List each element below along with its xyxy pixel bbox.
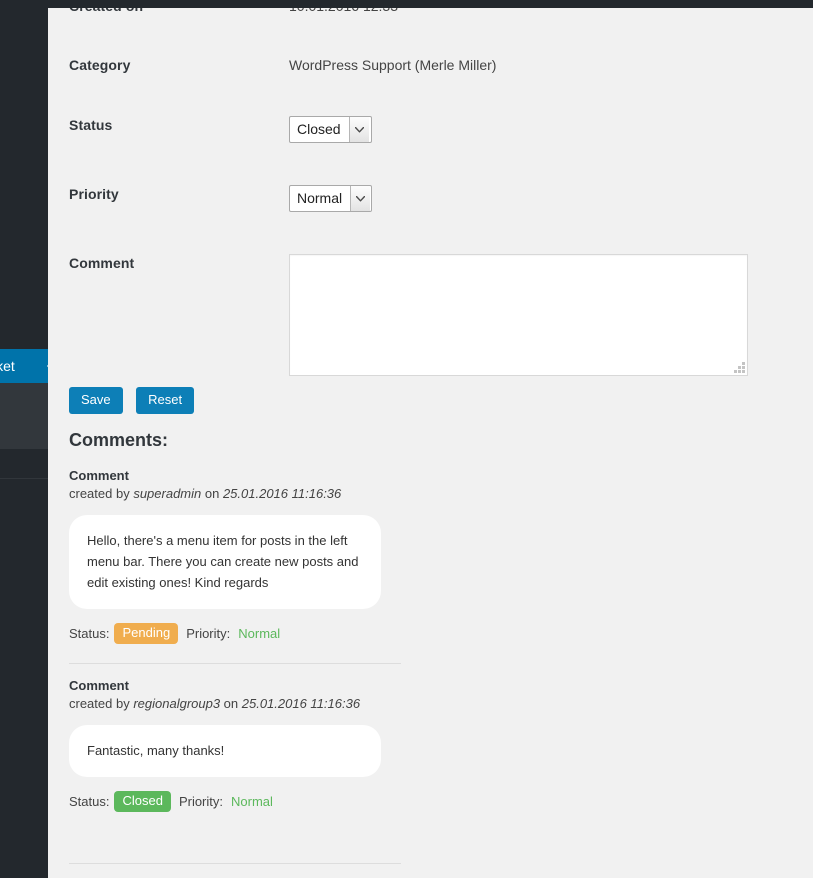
comment-meta-prefix: created by	[69, 486, 134, 501]
comment-item: Comment created by regionalgroup3 on 25.…	[69, 678, 409, 812]
comments-heading: Comments:	[69, 430, 169, 450]
form-actions: Save Reset	[69, 387, 195, 414]
comment-item: Comment created by superadmin on 25.01.2…	[69, 468, 409, 644]
comment-status-line: Status: Pending Priority: Normal	[69, 623, 409, 644]
admin-sidebar: Collection Ticket Collapse menu	[0, 0, 48, 878]
comment-priority-value: Normal	[238, 626, 281, 641]
comment-divider	[69, 863, 401, 864]
save-button[interactable]: Save	[69, 387, 123, 414]
chevron-down-icon	[350, 186, 371, 211]
page-root: Collection Ticket Collapse menu Created …	[0, 0, 813, 878]
status-label: Status	[69, 117, 113, 133]
comment-body: Fantastic, many thanks!	[69, 725, 381, 777]
priority-select[interactable]: Normal	[289, 185, 372, 212]
comment-priority-label: Priority:	[186, 626, 231, 641]
category-value: WordPress Support (Merle Miller)	[289, 57, 497, 73]
comment-meta: created by superadmin on 25.01.2016 11:1…	[69, 486, 409, 501]
comment-priority-label: Priority:	[178, 794, 223, 809]
admin-bar	[0, 0, 813, 8]
status-select[interactable]: Closed	[289, 116, 372, 143]
sidebar-item-collection[interactable]: Collection	[0, 208, 48, 242]
main-content: Created on 10.01.2016 12:33 Category Wor…	[48, 8, 813, 878]
priority-select-value: Normal	[297, 190, 343, 206]
chevron-down-icon	[348, 117, 369, 142]
comment-meta-middle: on	[220, 696, 242, 711]
status-select-value: Closed	[297, 121, 341, 137]
sidebar-divider	[0, 478, 48, 479]
status-badge: Pending	[114, 623, 179, 644]
comment-meta-prefix: created by	[69, 696, 134, 711]
comment-status-label: Status:	[69, 626, 110, 641]
comment-heading: Comment	[69, 468, 129, 483]
comment-body: Hello, there's a menu item for posts in …	[69, 515, 381, 609]
reset-button[interactable]: Reset	[136, 387, 195, 414]
comment-timestamp: 25.01.2016 11:16:36	[222, 486, 342, 501]
created-on-value: 10.01.2016 12:33	[289, 8, 398, 14]
comment-divider	[69, 663, 401, 664]
comment-textarea[interactable]	[289, 254, 748, 376]
resize-grip-icon[interactable]	[734, 362, 745, 373]
comment-timestamp: 25.01.2016 11:16:36	[241, 696, 361, 711]
comment-status-label: Status:	[69, 794, 110, 809]
comment-meta-middle: on	[201, 486, 223, 501]
comment-label: Comment	[69, 255, 135, 271]
sidebar-item-ticket[interactable]: Ticket	[0, 349, 48, 383]
status-badge: Closed	[114, 791, 171, 812]
comment-author: superadmin	[133, 486, 202, 501]
created-on-label: Created on	[69, 8, 143, 14]
comment-status-line: Status: Closed Priority: Normal	[69, 791, 409, 812]
comment-author: regionalgroup3	[133, 696, 221, 711]
comment-meta: created by regionalgroup3 on 25.01.2016 …	[69, 696, 409, 711]
sidebar-item-ticket-label: Ticket	[0, 358, 15, 374]
sidebar-item-collapse-menu[interactable]: Collapse menu	[0, 488, 48, 518]
comment-priority-value: Normal	[231, 794, 273, 809]
sidebar-submenu-block	[0, 383, 48, 449]
comment-heading: Comment	[69, 678, 129, 693]
priority-label: Priority	[69, 186, 119, 202]
category-label: Category	[69, 57, 131, 73]
